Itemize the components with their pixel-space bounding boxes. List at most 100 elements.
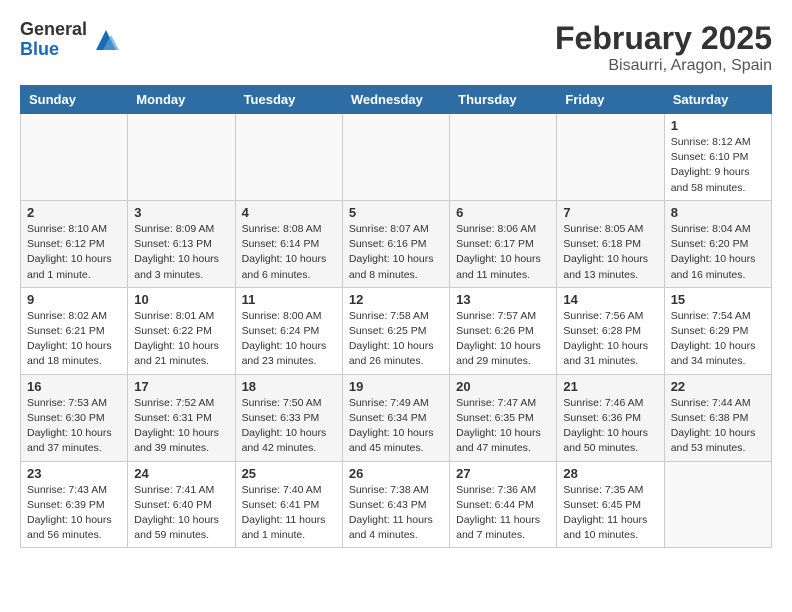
location: Bisaurri, Aragon, Spain [555,57,772,75]
day-info: Sunrise: 7:44 AM Sunset: 6:38 PM Dayligh… [671,396,765,457]
calendar-cell: 6Sunrise: 8:06 AM Sunset: 6:17 PM Daylig… [450,200,557,287]
day-number: 25 [242,466,336,481]
day-number: 19 [349,379,443,394]
calendar-cell: 20Sunrise: 7:47 AM Sunset: 6:35 PM Dayli… [450,374,557,461]
day-info: Sunrise: 8:12 AM Sunset: 6:10 PM Dayligh… [671,135,765,196]
calendar-cell: 11Sunrise: 8:00 AM Sunset: 6:24 PM Dayli… [235,287,342,374]
week-row-2: 2 Sunrise: 8:10 AM Sunset: 6:12 PM Daylig… [21,200,772,287]
weekday-header-saturday: Saturday [664,86,771,114]
calendar-cell: 4 Sunrise: 8:08 AM Sunset: 6:14 PM Daylig… [235,200,342,287]
day-number: 28 [563,466,657,481]
calendar-cell [235,114,342,201]
page-header: General Blue February 2025 Bisaurri, Ara… [20,20,772,75]
logo: General Blue [20,20,121,60]
calendar-cell [342,114,449,201]
day-info: Sunrise: 7:56 AM Sunset: 6:28 PM Dayligh… [563,309,657,370]
week-row-3: 9 Sunrise: 8:02 AM Sunset: 6:21 PM Daylig… [21,287,772,374]
day-number: 17 [134,379,228,394]
calendar-cell [21,114,128,201]
calendar-cell: 17 Sunrise: 7:52 AM Sunset: 6:31 PM Dayli… [128,374,235,461]
calendar-cell: 9 Sunrise: 8:02 AM Sunset: 6:21 PM Daylig… [21,287,128,374]
day-number: 9 [27,292,121,307]
month-title: February 2025 [555,20,772,57]
day-number: 13 [456,292,550,307]
calendar-cell: 1Sunrise: 8:12 AM Sunset: 6:10 PM Daylig… [664,114,771,201]
week-row-5: 23 Sunrise: 7:43 AM Sunset: 6:39 PM Dayli… [21,461,772,548]
calendar-cell: 10 Sunrise: 8:01 AM Sunset: 6:22 PM Dayli… [128,287,235,374]
calendar-cell: 16 Sunrise: 7:53 AM Sunset: 6:30 PM Dayli… [21,374,128,461]
day-info: Sunrise: 7:41 AM Sunset: 6:40 PM Dayligh… [134,483,228,544]
logo-icon [91,25,121,55]
calendar-cell [450,114,557,201]
day-number: 10 [134,292,228,307]
weekday-header-monday: Monday [128,86,235,114]
day-info: Sunrise: 8:01 AM Sunset: 6:22 PM Dayligh… [134,309,228,370]
calendar-cell: 24 Sunrise: 7:41 AM Sunset: 6:40 PM Dayli… [128,461,235,548]
day-number: 14 [563,292,657,307]
day-number: 20 [456,379,550,394]
day-info: Sunrise: 7:40 AM Sunset: 6:41 PM Dayligh… [242,483,336,544]
calendar-cell: 25 Sunrise: 7:40 AM Sunset: 6:41 PM Dayli… [235,461,342,548]
day-number: 27 [456,466,550,481]
day-number: 21 [563,379,657,394]
calendar-cell: 19 Sunrise: 7:49 AM Sunset: 6:34 PM Dayli… [342,374,449,461]
day-info: Sunrise: 7:36 AM Sunset: 6:44 PM Dayligh… [456,483,550,544]
day-number: 24 [134,466,228,481]
week-row-4: 16 Sunrise: 7:53 AM Sunset: 6:30 PM Dayli… [21,374,772,461]
day-info: Sunrise: 7:50 AM Sunset: 6:33 PM Dayligh… [242,396,336,457]
calendar-cell [664,461,771,548]
day-info: Sunrise: 7:53 AM Sunset: 6:30 PM Dayligh… [27,396,121,457]
calendar-cell: 28 Sunrise: 7:35 AM Sunset: 6:45 PM Dayli… [557,461,664,548]
weekday-header-tuesday: Tuesday [235,86,342,114]
day-info: Sunrise: 8:08 AM Sunset: 6:14 PM Dayligh… [242,222,336,283]
day-number: 4 [242,205,336,220]
calendar-cell: 3 Sunrise: 8:09 AM Sunset: 6:13 PM Daylig… [128,200,235,287]
day-number: 2 [27,205,121,220]
day-number: 3 [134,205,228,220]
calendar-cell [128,114,235,201]
day-info: Sunrise: 8:04 AM Sunset: 6:20 PM Dayligh… [671,222,765,283]
day-number: 8 [671,205,765,220]
day-number: 18 [242,379,336,394]
weekday-header-thursday: Thursday [450,86,557,114]
day-info: Sunrise: 7:49 AM Sunset: 6:34 PM Dayligh… [349,396,443,457]
day-number: 15 [671,292,765,307]
day-info: Sunrise: 7:52 AM Sunset: 6:31 PM Dayligh… [134,396,228,457]
calendar-cell: 27 Sunrise: 7:36 AM Sunset: 6:44 PM Dayli… [450,461,557,548]
logo-blue: Blue [20,40,87,60]
day-info: Sunrise: 8:10 AM Sunset: 6:12 PM Dayligh… [27,222,121,283]
weekday-header-row: SundayMondayTuesdayWednesdayThursdayFrid… [21,86,772,114]
day-info: Sunrise: 7:46 AM Sunset: 6:36 PM Dayligh… [563,396,657,457]
day-number: 26 [349,466,443,481]
calendar-cell: 5 Sunrise: 8:07 AM Sunset: 6:16 PM Daylig… [342,200,449,287]
day-info: Sunrise: 8:07 AM Sunset: 6:16 PM Dayligh… [349,222,443,283]
day-number: 11 [242,292,336,307]
calendar-cell: 7 Sunrise: 8:05 AM Sunset: 6:18 PM Daylig… [557,200,664,287]
calendar-cell: 22 Sunrise: 7:44 AM Sunset: 6:38 PM Dayli… [664,374,771,461]
day-info: Sunrise: 7:43 AM Sunset: 6:39 PM Dayligh… [27,483,121,544]
logo-text: General Blue [20,20,87,60]
calendar-cell: 21 Sunrise: 7:46 AM Sunset: 6:36 PM Dayli… [557,374,664,461]
day-info: Sunrise: 7:38 AM Sunset: 6:43 PM Dayligh… [349,483,443,544]
day-info: Sunrise: 8:06 AM Sunset: 6:17 PM Dayligh… [456,222,550,283]
calendar-table: SundayMondayTuesdayWednesdayThursdayFrid… [20,85,772,548]
day-number: 23 [27,466,121,481]
calendar-cell: 2 Sunrise: 8:10 AM Sunset: 6:12 PM Daylig… [21,200,128,287]
day-info: Sunrise: 7:54 AM Sunset: 6:29 PM Dayligh… [671,309,765,370]
day-info: Sunrise: 7:35 AM Sunset: 6:45 PM Dayligh… [563,483,657,544]
day-number: 5 [349,205,443,220]
weekday-header-friday: Friday [557,86,664,114]
title-block: February 2025 Bisaurri, Aragon, Spain [555,20,772,75]
calendar-cell: 13Sunrise: 7:57 AM Sunset: 6:26 PM Dayli… [450,287,557,374]
day-number: 7 [563,205,657,220]
calendar-cell: 26 Sunrise: 7:38 AM Sunset: 6:43 PM Dayli… [342,461,449,548]
logo-general: General [20,20,87,40]
day-info: Sunrise: 8:09 AM Sunset: 6:13 PM Dayligh… [134,222,228,283]
day-info: Sunrise: 8:02 AM Sunset: 6:21 PM Dayligh… [27,309,121,370]
day-number: 12 [349,292,443,307]
calendar-cell: 18 Sunrise: 7:50 AM Sunset: 6:33 PM Dayli… [235,374,342,461]
day-number: 16 [27,379,121,394]
day-number: 22 [671,379,765,394]
day-info: Sunrise: 8:05 AM Sunset: 6:18 PM Dayligh… [563,222,657,283]
weekday-header-sunday: Sunday [21,86,128,114]
